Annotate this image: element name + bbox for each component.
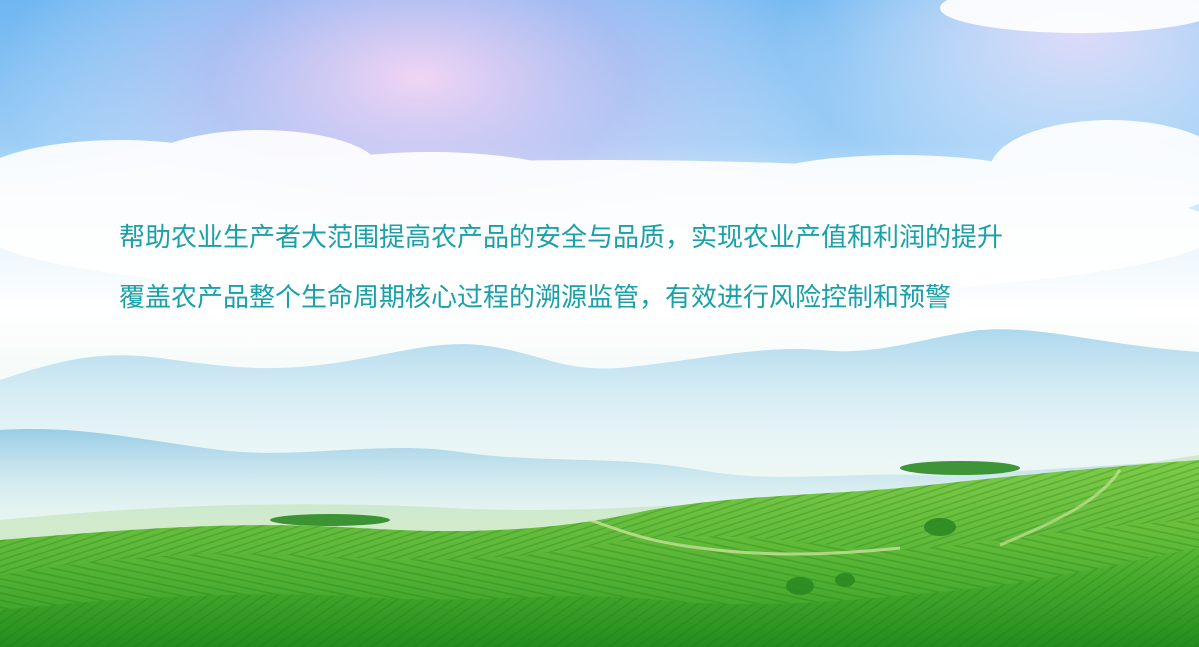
headline-line-1: 帮助农业生产者大范围提高农产品的安全与品质，实现农业产值和利润的提升 [119, 223, 1004, 253]
landscape-illustration [0, 0, 1199, 647]
headline-line-2: 覆盖农产品整个生命周期核心过程的溯源监管，有效进行风险控制和预警 [119, 283, 952, 313]
banner-background [0, 0, 1199, 647]
